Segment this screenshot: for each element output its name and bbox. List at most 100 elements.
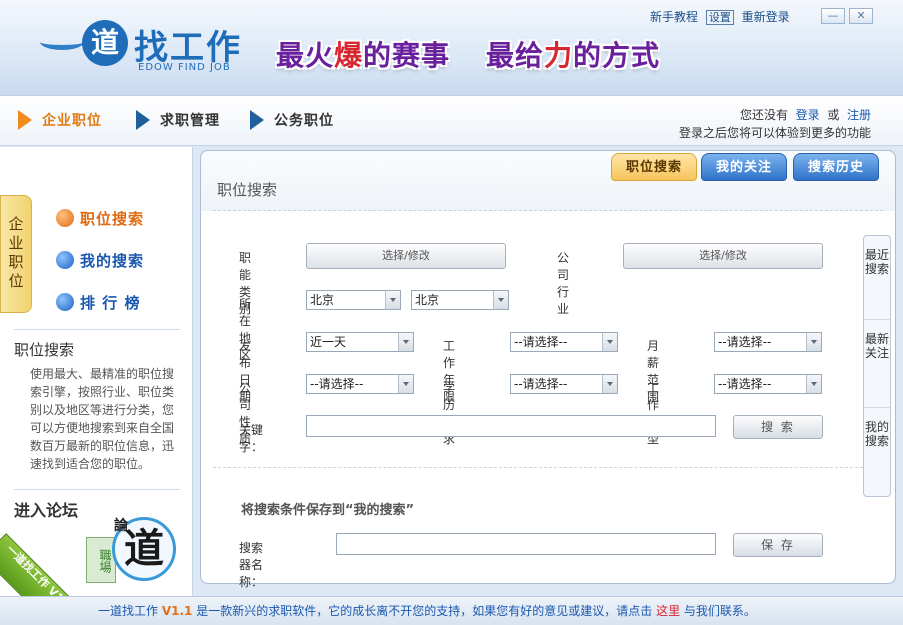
forum-logo[interactable]: 職場 道 論 — [86, 517, 178, 589]
chevron-down-icon — [398, 333, 413, 351]
footer-contact-link[interactable]: 这里 — [656, 604, 680, 618]
logo-mark: 道 — [82, 20, 128, 66]
sidebar-item-label: 排 行 榜 — [80, 293, 141, 312]
right-tabs: 最近搜索 最新关注 我的搜索 — [863, 235, 891, 497]
window-controls: — ✕ — [817, 8, 873, 24]
chevron-down-icon — [398, 375, 413, 393]
nature-select[interactable]: --请选择-- — [306, 374, 414, 394]
slogan-2: 最给力的方式 — [486, 39, 661, 72]
industry-button[interactable]: 选择/修改 — [623, 243, 823, 269]
divider — [213, 210, 883, 211]
select-value: --请选择-- — [310, 377, 364, 391]
logo-subtitle: EDOW FIND JOB — [138, 62, 231, 73]
right-tab-latest-follow[interactable]: 最新关注 — [864, 320, 890, 408]
register-link[interactable]: 注册 — [847, 108, 871, 122]
main-nav: 企业职位 求职管理 公务职位 您还没有 登录 或 注册 登录之后您将可以体验到更… — [0, 96, 903, 146]
keyword-input[interactable] — [306, 415, 716, 437]
forum-lun-char: 論 — [114, 518, 128, 534]
nav-civil-jobs[interactable]: 公务职位 — [250, 106, 334, 134]
sidebar-item-ranking[interactable]: 排 行 榜 — [56, 281, 144, 323]
footer: 一道找工作 V1.1 是一款新兴的求职软件，它的成长离不开您的支持，如果您有好的… — [0, 596, 903, 625]
chevron-down-icon — [385, 291, 400, 309]
footer-text: 是一款新兴的求职软件，它的成长离不开您的支持，如果您有好的意见或建议，请点击 — [196, 604, 653, 618]
select-value: --请选择-- — [514, 377, 568, 391]
select-value: --请选择-- — [718, 335, 772, 349]
sidebar-item-job-search[interactable]: 职位搜索 — [56, 197, 144, 239]
blue-dot-icon — [56, 293, 74, 311]
close-button[interactable]: ✕ — [849, 8, 873, 24]
logo: 道 找工作 EDOW FIND JOB — [40, 16, 280, 76]
guide-link[interactable]: 新手教程 — [650, 10, 698, 24]
footer-end: 与我们联系。 — [683, 604, 756, 618]
tab-search-history[interactable]: 搜索历史 — [793, 153, 880, 181]
search-name-input[interactable] — [336, 533, 716, 555]
chevron-down-icon — [602, 333, 617, 351]
industry-label: 公司行业 — [557, 251, 570, 316]
slogan-1: 最火爆的赛事 — [276, 39, 451, 72]
divider — [14, 489, 180, 490]
app-header: 道 找工作 EDOW FIND JOB 最火爆的赛事 最给力的方式 新手教程 设… — [0, 0, 903, 96]
sidebar-vertical-tab[interactable]: 企业职位 — [0, 195, 32, 313]
select-value: --请选择-- — [718, 377, 772, 391]
years-select[interactable]: --请选择-- — [510, 332, 618, 352]
city-select[interactable]: 北京 — [411, 290, 509, 310]
save-hint: 将搜索条件保存到“我的搜索” — [241, 503, 415, 518]
sidebar-item-my-search[interactable]: 我的搜索 — [56, 239, 144, 281]
top-links: 新手教程 设置 重新登录 — [650, 8, 794, 25]
sidebar: 企业职位 职位搜索 我的搜索 排 行 榜 职位搜索 使用最大、最精准的职位搜索引… — [0, 147, 193, 625]
chevron-down-icon — [806, 333, 821, 351]
right-tab-my-search[interactable]: 我的搜索 — [864, 408, 890, 496]
func-category-button[interactable]: 选择/修改 — [306, 243, 506, 269]
nav-label: 求职管理 — [160, 113, 220, 129]
footer-app-name: 一道找工作 — [98, 604, 159, 618]
select-value: 近一天 — [310, 335, 347, 349]
select-value: 北京 — [310, 293, 335, 307]
login-hint: 登录之后您将可以体验到更多的功能 — [678, 126, 871, 140]
panel-header: 职位搜索 我的关注 搜索历史 职位搜索 — [201, 151, 895, 211]
province-select[interactable]: 北京 — [306, 290, 401, 310]
chevron-down-icon — [493, 291, 508, 309]
search-button[interactable]: 搜 索 — [733, 415, 823, 439]
forum-link[interactable]: 进入论坛 — [14, 497, 78, 521]
select-value: --请选择-- — [514, 335, 568, 349]
right-tab-recent-search[interactable]: 最近搜索 — [864, 236, 890, 320]
or-text: 或 — [827, 108, 840, 122]
chevron-down-icon — [602, 375, 617, 393]
tab-my-follow[interactable]: 我的关注 — [701, 153, 788, 181]
keyword-label: 关键字： — [239, 423, 264, 454]
education-select[interactable]: --请选择-- — [510, 374, 618, 394]
sidebar-menu: 职位搜索 我的搜索 排 行 榜 — [56, 197, 144, 323]
nav-label: 企业职位 — [42, 113, 102, 129]
section-title: 职位搜索 — [14, 341, 75, 359]
relogin-link[interactable]: 重新登录 — [742, 10, 790, 24]
play-arrow-icon — [18, 110, 32, 130]
login-link[interactable]: 登录 — [796, 108, 820, 122]
panel-title: 职位搜索 — [217, 181, 278, 199]
minimize-button[interactable]: — — [821, 8, 845, 24]
save-button[interactable]: 保 存 — [733, 533, 823, 557]
sidebar-item-label: 职位搜索 — [80, 209, 145, 228]
login-info: 您还没有 登录 或 注册 登录之后您将可以体验到更多的功能 — [679, 106, 871, 142]
search-panel: 职位搜索 我的关注 搜索历史 职位搜索 职能类别 选择/修改 公司行业 选择/修… — [200, 150, 896, 589]
date-select[interactable]: 近一天 — [306, 332, 414, 352]
sidebar-item-label: 我的搜索 — [80, 251, 145, 270]
play-arrow-icon — [136, 110, 150, 130]
chevron-down-icon — [806, 375, 821, 393]
select-value: 北京 — [415, 293, 440, 307]
jobtype-select[interactable]: --请选择-- — [714, 374, 822, 394]
login-prompt: 您还没有 — [740, 108, 789, 122]
footer-version: V1.1 — [161, 604, 193, 618]
section-description: 使用最大、最精准的职位搜索引擎，按照行业、职位类别以及地区等进行分类，您可以方便… — [30, 367, 175, 471]
divider — [213, 467, 883, 468]
orange-dot-icon — [56, 209, 74, 227]
play-arrow-icon — [250, 110, 264, 130]
tab-job-search[interactable]: 职位搜索 — [611, 153, 698, 181]
nav-enterprise-jobs[interactable]: 企业职位 — [18, 106, 102, 134]
logo-wave-icon — [40, 34, 84, 50]
divider — [14, 329, 180, 330]
salary-select[interactable]: --请选择-- — [714, 332, 822, 352]
nav-label: 公务职位 — [274, 113, 334, 129]
search-name-label: 搜索器名称： — [239, 541, 264, 589]
nav-job-management[interactable]: 求职管理 — [136, 106, 220, 134]
settings-link[interactable]: 设置 — [705, 10, 734, 25]
